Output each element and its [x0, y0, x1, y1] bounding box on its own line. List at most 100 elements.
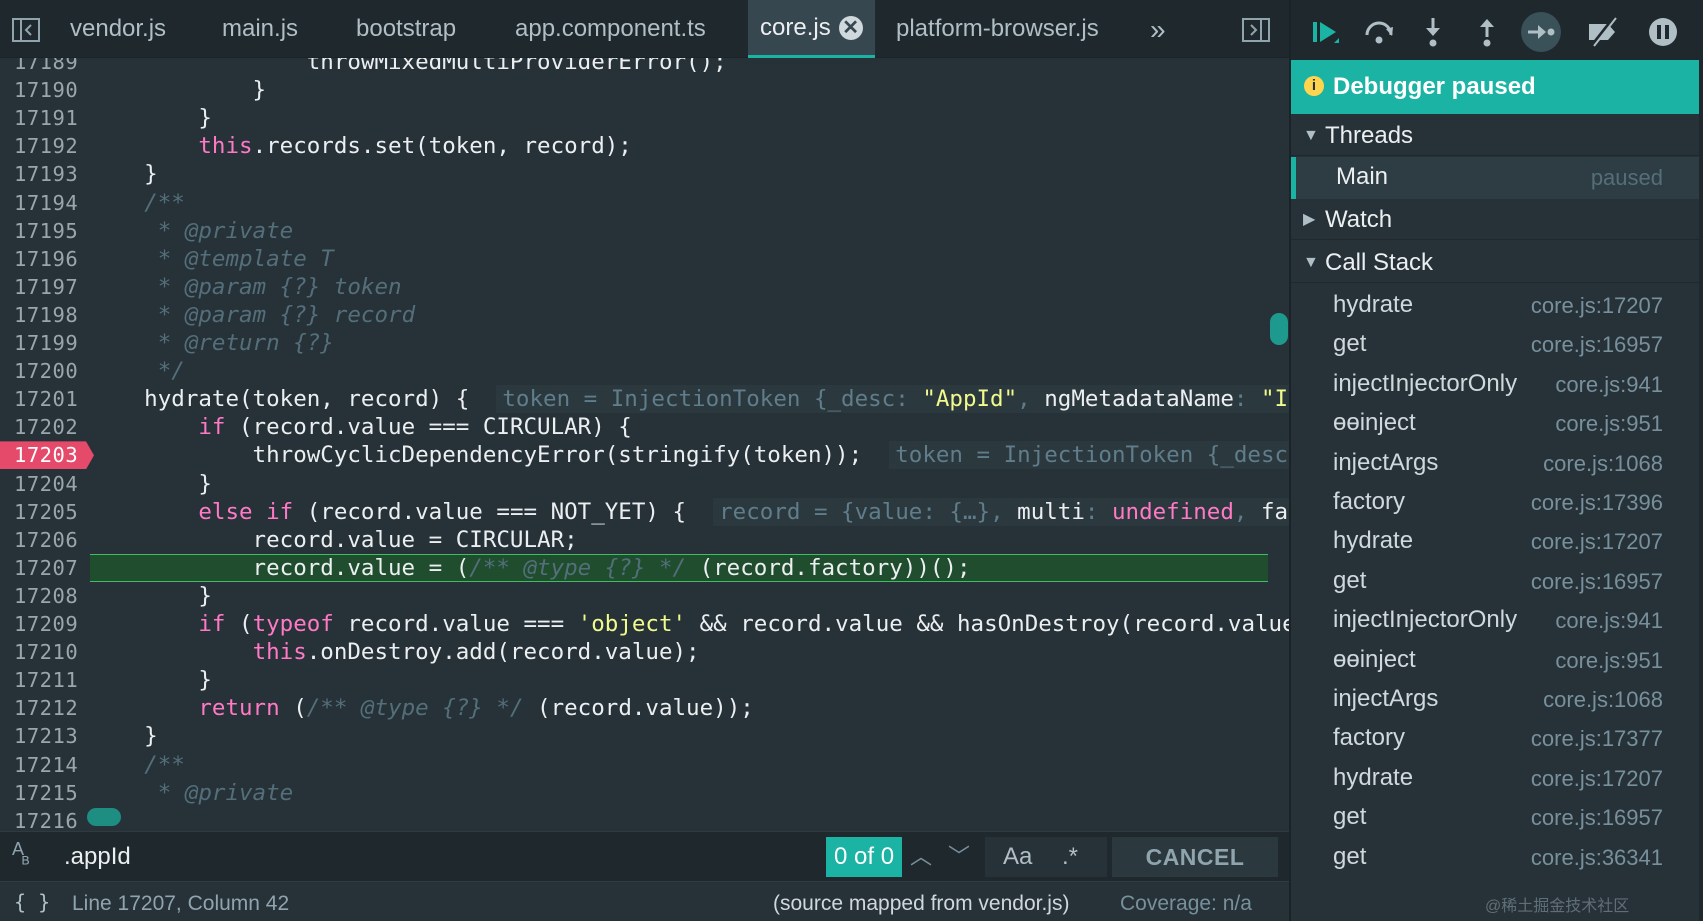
code-line[interactable]: * @return {?} [90, 329, 334, 357]
line-number[interactable]: 17207 [14, 554, 78, 582]
thread-row-main[interactable]: Main paused [1291, 157, 1699, 199]
match-case-toggle[interactable]: Aa [1003, 840, 1032, 874]
line-number[interactable]: 17205 [14, 498, 78, 526]
callstack-section-header[interactable]: ▼ Call Stack [1291, 243, 1699, 283]
tab-vendor-js[interactable]: vendor.js [58, 0, 178, 58]
line-number-gutter[interactable]: 17189 17190 17191 17192 17193 17194 17195 17196… [0, 58, 94, 831]
line-number[interactable]: 17189 [14, 58, 78, 76]
code-line[interactable]: throwMixedMultiProviderError(); [90, 58, 727, 76]
resume-icon[interactable] [1305, 12, 1345, 52]
code-line[interactable]: if (typeof record.value === 'object' && … [90, 610, 1289, 638]
code-line[interactable]: else if (record.value === NOT_YET) { rec… [90, 497, 1289, 526]
code-area[interactable]: throwMixedMultiProviderError(); } } this… [90, 58, 1289, 831]
step-into-icon[interactable] [1413, 12, 1453, 52]
close-icon[interactable]: ✕ [838, 15, 863, 40]
code-line[interactable]: } [90, 582, 212, 610]
line-number[interactable]: 17200 [14, 357, 78, 385]
line-number[interactable]: 17192 [14, 132, 78, 160]
breakpoint-marker[interactable]: 17203 [0, 441, 94, 470]
code-line[interactable]: throwCyclicDependencyError(stringify(tok… [90, 441, 1289, 470]
line-number[interactable]: 17216 [14, 807, 78, 831]
fold-marker[interactable] [87, 808, 121, 826]
line-number[interactable]: 17197 [14, 273, 78, 301]
code-line[interactable]: this.onDestroy.add(record.value); [90, 638, 700, 666]
code-line[interactable]: hydrate(token, record) { token = Injecti… [90, 385, 1289, 414]
code-line[interactable]: } [90, 666, 212, 694]
pause-icon[interactable] [1643, 12, 1683, 52]
step-over-icon[interactable] [1359, 12, 1399, 52]
code-line[interactable]: } [90, 104, 212, 132]
code-line[interactable]: this.records.set(token, record); [90, 132, 631, 160]
call-stack-frame[interactable]: factory core.js:17377 [1291, 718, 1699, 758]
line-number[interactable]: 17209 [14, 610, 78, 638]
line-number[interactable]: 17199 [14, 329, 78, 357]
line-number[interactable]: 17198 [14, 301, 78, 329]
line-number[interactable]: 17204 [14, 470, 78, 498]
call-stack-frame[interactable]: injectInjectorOnly core.js:941 [1291, 364, 1699, 404]
tab-app-component-ts[interactable]: app.component.ts [503, 0, 718, 58]
threads-section-header[interactable]: ▼ Threads [1291, 116, 1699, 156]
code-line[interactable]: record.value = CIRCULAR; [90, 526, 578, 554]
regex-toggle[interactable]: .* [1062, 840, 1078, 874]
line-number[interactable]: 17210 [14, 638, 78, 666]
scrollbar-thumb[interactable] [1270, 313, 1288, 345]
line-number[interactable]: 17191 [14, 104, 78, 132]
code-line[interactable]: * @private [90, 217, 293, 245]
deactivate-breakpoints-icon[interactable] [1583, 12, 1623, 52]
code-line[interactable]: /** [90, 751, 185, 779]
code-line[interactable]: * @param {?} token [90, 273, 402, 301]
call-stack-frame[interactable]: ɵɵinject core.js:951 [1291, 403, 1699, 443]
call-stack-frame[interactable]: get core.js:16957 [1291, 561, 1699, 601]
call-stack-frame[interactable]: injectArgs core.js:1068 [1291, 443, 1699, 483]
chevron-up-icon[interactable]: ︿ [906, 840, 936, 874]
code-line[interactable]: */ [90, 357, 185, 385]
step-icon[interactable] [1521, 12, 1561, 52]
call-stack-frame[interactable]: get core.js:16957 [1291, 324, 1699, 364]
call-stack-frame[interactable]: get core.js:16957 [1291, 797, 1699, 837]
code-line[interactable]: return (/** @type {?} */ (record.value))… [90, 694, 753, 722]
call-stack-frame[interactable]: factory core.js:17396 [1291, 482, 1699, 522]
line-number[interactable]: 17214 [14, 751, 78, 779]
more-tabs-icon[interactable]: » [1150, 14, 1166, 46]
call-stack-frame[interactable]: hydrate core.js:17207 [1291, 758, 1699, 798]
line-number[interactable]: 17190 [14, 76, 78, 104]
code-line[interactable]: } [90, 470, 212, 498]
line-number[interactable]: 17196 [14, 245, 78, 273]
line-number[interactable]: 17211 [14, 666, 78, 694]
call-stack-frame[interactable]: hydrate core.js:17207 [1291, 521, 1699, 561]
call-stack-frame[interactable]: hydrate core.js:17207 [1291, 285, 1699, 325]
cancel-button[interactable]: CANCEL [1112, 837, 1278, 877]
code-line[interactable]: record.value = (/** @type {?} */ (record… [90, 554, 971, 582]
line-number[interactable]: 17206 [14, 526, 78, 554]
code-editor[interactable]: 17189 17190 17191 17192 17193 17194 17195 17196… [0, 58, 1289, 831]
line-number[interactable]: 17193 [14, 160, 78, 188]
call-stack-frame[interactable]: ɵɵinject core.js:951 [1291, 640, 1699, 680]
code-line[interactable]: } [90, 76, 267, 104]
call-stack-frame[interactable]: get core.js:36341 [1291, 837, 1699, 877]
source-map-link[interactable]: (source mapped from vendor.js) [773, 892, 1069, 916]
replace-toggle-icon[interactable]: A ᴮ [12, 840, 29, 872]
code-line[interactable]: } [90, 160, 158, 188]
sidebar-scrollbar[interactable] [1699, 60, 1703, 921]
pretty-print-icon[interactable]: { } [14, 890, 50, 914]
tab-core-js[interactable]: core.js ✕ [748, 0, 875, 58]
step-out-icon[interactable] [1467, 12, 1507, 52]
line-number[interactable]: 17195 [14, 217, 78, 245]
search-input[interactable] [64, 838, 824, 876]
call-stack-frame[interactable]: injectInjectorOnly core.js:941 [1291, 600, 1699, 640]
chevron-down-icon[interactable]: ﹀ [944, 840, 974, 874]
call-stack-frame[interactable]: injectArgs core.js:1068 [1291, 679, 1699, 719]
line-number[interactable]: 17208 [14, 582, 78, 610]
line-number[interactable]: 17201 [14, 385, 78, 413]
line-number[interactable]: 17202 [14, 413, 78, 441]
line-number[interactable]: 17213 [14, 722, 78, 750]
tab-main-js[interactable]: main.js [210, 0, 310, 58]
line-number[interactable]: 17215 [14, 779, 78, 807]
code-line[interactable]: * @template T [90, 245, 334, 273]
code-line[interactable]: if (record.value === CIRCULAR) { [90, 413, 631, 441]
code-line[interactable]: /** [90, 189, 185, 217]
tab-bootstrap[interactable]: bootstrap [344, 0, 468, 58]
line-number[interactable]: 17194 [14, 189, 78, 217]
sidebar-left-icon[interactable] [10, 16, 42, 44]
code-line[interactable]: } [90, 722, 158, 750]
